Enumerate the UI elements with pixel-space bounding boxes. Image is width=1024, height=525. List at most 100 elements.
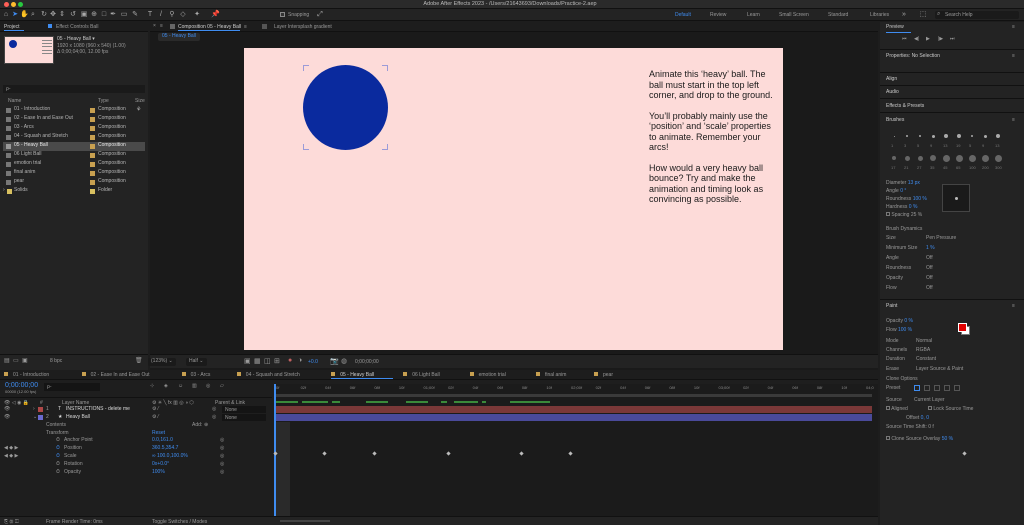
- param-value[interactable]: 50 %: [942, 436, 953, 442]
- region-of-interest-icon[interactable]: ▣: [244, 357, 251, 365]
- project-list-item[interactable]: 04 - Squash and Stretch Composition: [3, 133, 145, 142]
- brush-tip[interactable]: 300: [992, 152, 1004, 172]
- position-keyframe[interactable]: [568, 451, 573, 456]
- project-list-item-selected[interactable]: 05 - Heavy Ball Composition: [3, 142, 145, 151]
- zoom-window-button[interactable]: [18, 2, 23, 7]
- stopwatch-active-icon[interactable]: ⏱: [56, 445, 60, 451]
- brush-tip[interactable]: 13: [940, 130, 952, 150]
- comp-flowchart-icon[interactable]: ⊹: [150, 383, 154, 389]
- graph-editor-icon[interactable]: ▱: [220, 383, 224, 389]
- layer-label-color[interactable]: [38, 415, 43, 420]
- new-folder-icon[interactable]: ▭: [13, 357, 19, 364]
- channels-dropdown[interactable]: RGBA: [916, 347, 930, 353]
- rotate-tool-icon[interactable]: ↺: [69, 11, 77, 19]
- layer-switches[interactable]: ⚙ ⁄: [152, 414, 159, 420]
- tab-layer[interactable]: Layer Intersplash gradient: [274, 24, 332, 30]
- add-icon[interactable]: ⊕: [204, 422, 208, 428]
- rect-mask-tool-icon[interactable]: ▭: [120, 11, 128, 19]
- selection-tool-icon[interactable]: ➤: [11, 11, 19, 19]
- clone-preset-4[interactable]: [944, 385, 950, 391]
- erase-dropdown[interactable]: Layer Source & Paint: [916, 366, 963, 372]
- clone-preset-3[interactable]: [934, 385, 940, 391]
- chevron-down-icon[interactable]: ⌄: [33, 414, 37, 420]
- tab-menu-icon[interactable]: ≡: [244, 24, 247, 30]
- project-list-item[interactable]: emotion trial Composition: [3, 160, 145, 169]
- snapshot-camera-icon[interactable]: 📷: [330, 357, 339, 365]
- hand-tool-icon[interactable]: ✋: [20, 11, 29, 19]
- first-frame-icon[interactable]: ⏮: [902, 36, 907, 42]
- position-keyframe[interactable]: [322, 451, 327, 456]
- visibility-eye-icon[interactable]: 👁: [4, 414, 10, 420]
- brush-tip[interactable]: 3: [901, 130, 913, 150]
- tab-final-anim[interactable]: final anim: [545, 372, 566, 378]
- visibility-eye-icon[interactable]: 👁: [4, 406, 10, 412]
- tab-effect-controls[interactable]: Effect Controls Ball: [56, 24, 98, 30]
- project-search-input[interactable]: ρ-: [3, 85, 145, 93]
- property-value[interactable]: 0.0,161.0: [152, 437, 173, 443]
- brush-tool-icon[interactable]: /: [157, 11, 165, 19]
- column-header-size[interactable]: Size: [135, 98, 145, 104]
- source-time-shift[interactable]: Source Time Shift: 0 f: [886, 424, 934, 430]
- brush-tip[interactable]: 100: [966, 152, 978, 172]
- property-value[interactable]: ∞ 100.0,100.0%: [152, 453, 188, 459]
- zoom-dropdown[interactable]: (123%) ⌄: [148, 358, 176, 366]
- panel-menu-icon[interactable]: ≡: [1012, 303, 1015, 309]
- mode-dropdown[interactable]: Normal: [916, 338, 932, 344]
- shy-layers-icon[interactable]: ☺: [178, 383, 183, 389]
- project-list-item[interactable]: › Solids Folder: [3, 187, 145, 196]
- workspace-small-screen[interactable]: Small Screen: [779, 12, 809, 18]
- expression-pickwhip-icon[interactable]: ◎: [220, 445, 224, 451]
- tab-03-arcs[interactable]: 03 - Arcs: [191, 372, 211, 378]
- duration-dropdown[interactable]: Constant: [916, 356, 936, 362]
- last-frame-icon[interactable]: ⏭: [950, 36, 955, 42]
- interpret-footage-icon[interactable]: ▤: [4, 357, 10, 364]
- param-value[interactable]: 100 %: [898, 327, 912, 333]
- position-keyframe[interactable]: [372, 451, 377, 456]
- brush-tip[interactable]: 27: [914, 152, 926, 172]
- transform-group[interactable]: Transform: [46, 430, 69, 436]
- paint-panel-title[interactable]: Paint: [886, 303, 897, 309]
- dynamics-dropdown[interactable]: Off: [926, 255, 933, 261]
- stopwatch-icon[interactable]: ⏱: [56, 469, 60, 475]
- draft-3d-icon[interactable]: ◈: [164, 383, 168, 389]
- expression-pickwhip-icon[interactable]: ◎: [220, 469, 224, 475]
- position-keyframe[interactable]: [519, 451, 524, 456]
- chevron-right-icon[interactable]: ›: [3, 187, 5, 193]
- param-value[interactable]: 13 px: [908, 180, 920, 186]
- project-list-item[interactable]: 06 Light Ball Composition: [3, 151, 145, 160]
- clone-overlay-row[interactable]: Clone Source Overlay 50 %: [886, 436, 953, 442]
- brush-tip[interactable]: 19: [953, 130, 965, 150]
- brush-tip[interactable]: 1: [888, 130, 900, 150]
- align-panel-title[interactable]: Align: [886, 76, 897, 82]
- close-tab-icon[interactable]: ×: [153, 23, 156, 29]
- keyframe-nav-icons[interactable]: ◀ ◆ ▶: [4, 453, 18, 459]
- param-value[interactable]: 0 %: [904, 318, 913, 324]
- tab-04-squash-and-stretch[interactable]: 04 - Squash and Stretch: [246, 372, 300, 378]
- brush-tip[interactable]: 45: [940, 152, 952, 172]
- timeline-current-time[interactable]: 0;00:00;00: [5, 382, 38, 389]
- flowchart-icon[interactable]: ⚘: [136, 106, 141, 113]
- pan-behind-tool-icon[interactable]: ⊕: [90, 11, 98, 19]
- workspace-standard[interactable]: Standard: [828, 12, 848, 18]
- camera-tool-icon[interactable]: ▣: [80, 11, 88, 19]
- toggle-switches-modes[interactable]: Toggle Switches / Modes: [152, 519, 207, 525]
- workspace-learn[interactable]: Learn: [747, 12, 760, 18]
- brush-tip[interactable]: 200: [979, 152, 991, 172]
- share-icon[interactable]: ⬚: [919, 11, 927, 19]
- clone-preset-2[interactable]: [924, 385, 930, 391]
- layer-label-color[interactable]: [38, 407, 43, 412]
- stopwatch-icon[interactable]: ⏱: [56, 461, 60, 467]
- tab-emotion-trial[interactable]: emotion trial: [479, 372, 506, 378]
- label-color-swatch[interactable]: [90, 144, 95, 149]
- tab-02-ease-in-and-ease-out[interactable]: 02 - Ease In and Ease Out: [91, 372, 150, 378]
- foreground-color-swatch[interactable]: [958, 323, 967, 332]
- zoom-tool-icon[interactable]: ⌕: [29, 11, 37, 19]
- layer-row[interactable]: 👁 ⌄ 2 ★ Heavy Ball ⚙ ⁄ ◎ None: [0, 414, 272, 422]
- snapping-checkbox[interactable]: [280, 12, 285, 17]
- clone-preset-5[interactable]: [954, 385, 960, 391]
- zoom-slider[interactable]: [280, 520, 330, 522]
- pen-mask-tool-icon[interactable]: ✎: [131, 11, 139, 19]
- audio-panel-title[interactable]: Audio: [886, 89, 899, 95]
- spacing-checkbox[interactable]: [886, 212, 890, 216]
- param-value[interactable]: 0, 0: [921, 415, 929, 421]
